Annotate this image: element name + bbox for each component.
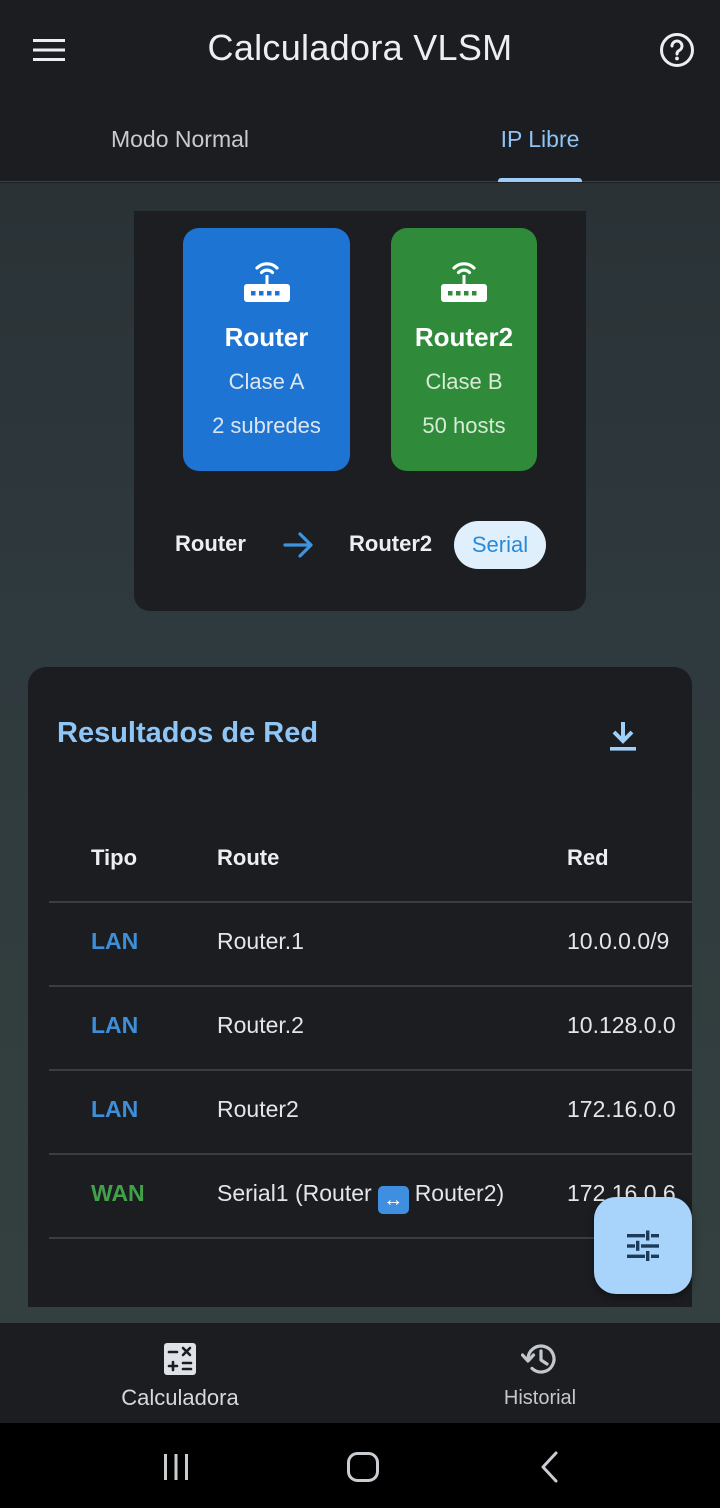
nav-item-calculadora[interactable]: Calculadora <box>0 1323 360 1423</box>
row-type: WAN <box>91 1180 145 1206</box>
connection-from: Router <box>175 531 246 556</box>
router-class: Clase A <box>228 369 305 394</box>
row-network: 10.128.0.0 <box>567 1012 676 1038</box>
row-network: 172.16.0.0 <box>567 1096 676 1122</box>
router-icon <box>438 254 490 306</box>
router-name: Router <box>224 322 309 352</box>
history-icon <box>520 1339 560 1379</box>
row-network: 10.0.0.0/9 <box>567 928 670 954</box>
back-button[interactable] <box>520 1445 580 1489</box>
table-row[interactable]: LAN Router.1 10.0.0.0/9 <box>49 903 692 987</box>
column-header-tipo[interactable]: Tipo <box>91 845 137 871</box>
back-icon <box>541 1451 558 1483</box>
tab-indicator <box>498 178 582 182</box>
help-button[interactable] <box>650 26 704 74</box>
topology-card: Router Clase A 2 subredes Router2 Clase … <box>134 211 586 611</box>
menu-icon <box>33 39 65 61</box>
content-area: Router Clase A 2 subredes Router2 Clase … <box>0 183 720 1323</box>
row-type: LAN <box>91 928 139 954</box>
connection-type-chip[interactable]: Serial <box>454 521 546 569</box>
help-icon <box>660 33 694 67</box>
bottom-navigation: Calculadora Historial <box>0 1323 720 1423</box>
column-header-red[interactable]: Red <box>567 845 609 871</box>
results-title: Resultados de Red <box>57 717 319 749</box>
router-detail: 50 hosts <box>422 413 506 438</box>
calculator-icon <box>160 1339 200 1379</box>
page-title: Calculadora VLSM <box>207 27 513 68</box>
router-class: Clase B <box>425 369 503 394</box>
home-icon <box>347 1452 379 1482</box>
connection-to: Router2 <box>349 531 433 556</box>
menu-button[interactable] <box>22 26 76 74</box>
route-part: Router2) <box>414 1180 505 1206</box>
nav-label: Calculadora <box>121 1385 239 1410</box>
row-route: Serial1 (Router ↔ Router2) <box>217 1180 504 1214</box>
left-right-arrow-icon: ↔ <box>377 1186 409 1214</box>
tab-bar: Modo Normal IP Libre <box>0 98 720 182</box>
recent-apps-icon <box>164 1454 188 1480</box>
router-name: Router2 <box>414 322 514 352</box>
router-icon <box>241 254 293 306</box>
system-navigation-bar <box>0 1423 720 1508</box>
route-part: Serial1 (Router <box>217 1180 372 1206</box>
recent-apps-button[interactable] <box>146 1445 206 1489</box>
arrow-right-icon <box>283 532 313 558</box>
tab-modo-normal[interactable]: Modo Normal <box>0 98 360 182</box>
row-route: Router.2 <box>217 1012 304 1038</box>
router-node-router2[interactable]: Router2 Clase B 50 hosts <box>391 228 537 471</box>
nav-label: Historial <box>503 1387 577 1409</box>
column-header-route[interactable]: Route <box>217 845 279 871</box>
app-bar: Calculadora VLSM <box>0 0 720 98</box>
row-route: Router2 <box>217 1096 299 1122</box>
table-row[interactable]: LAN Router.2 10.128.0.0 <box>49 987 692 1071</box>
router-detail: 2 subredes <box>212 413 321 438</box>
table-header: Tipo Route Red <box>49 817 692 903</box>
filter-fab-button[interactable] <box>594 1197 692 1294</box>
connection-row[interactable]: Router Router2 Serial <box>134 519 586 571</box>
router-node-router[interactable]: Router Clase A 2 subredes <box>183 228 350 471</box>
row-type: LAN <box>91 1012 139 1038</box>
results-table: Tipo Route Red LAN Router.1 10.0.0.0/9 L… <box>49 817 692 1239</box>
tab-ip-libre[interactable]: IP Libre <box>360 98 720 182</box>
download-icon <box>610 722 636 751</box>
home-button[interactable] <box>333 1445 393 1489</box>
results-card: Resultados de Red Tipo Route Red LAN Rou… <box>28 667 692 1307</box>
row-type: LAN <box>91 1096 139 1122</box>
tune-icon <box>627 1230 659 1261</box>
nav-item-historial[interactable]: Historial <box>360 1323 720 1423</box>
row-route: Router.1 <box>217 928 304 954</box>
table-row[interactable]: LAN Router2 172.16.0.0 <box>49 1071 692 1155</box>
download-button[interactable] <box>598 711 648 761</box>
